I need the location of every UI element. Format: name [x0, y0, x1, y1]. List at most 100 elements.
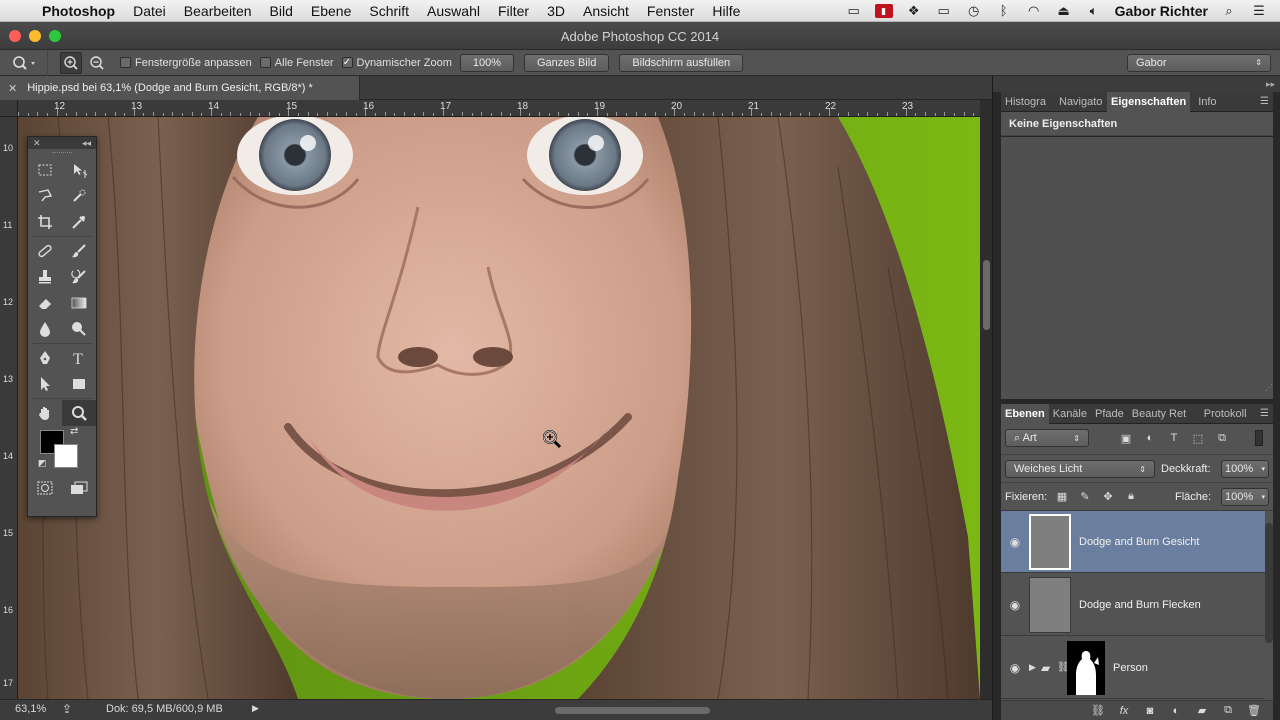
red-app-icon[interactable]: ▮ [874, 3, 893, 18]
visibility-eye-icon[interactable]: ◉ [1001, 661, 1029, 675]
pen-tool[interactable] [28, 345, 62, 371]
panel-collapse-strip[interactable]: ▸▸ [993, 76, 1280, 92]
lasso-tool[interactable] [28, 183, 62, 209]
lock-transparent-pixels-icon[interactable]: ▦ [1053, 487, 1071, 505]
user-name[interactable]: Gabor Richter [1115, 3, 1208, 19]
vertical-ruler[interactable]: 10 11 12 13 14 15 16 17 [0, 117, 18, 699]
menu-datei[interactable]: Datei [124, 3, 175, 19]
panel-menu-icon[interactable]: ☰ [1260, 96, 1273, 107]
spotlight-search-icon[interactable]: ⌕ [1220, 3, 1238, 18]
fit-window-checkbox[interactable]: Fenstergröße anpassen [120, 57, 252, 69]
time-machine-icon[interactable]: ◷ [965, 3, 983, 18]
layer-row[interactable]: ◉ Dodge and Burn Flecken [1001, 574, 1265, 636]
resize-grip-icon[interactable]: ⋰ [1265, 383, 1273, 395]
document-tab[interactable]: ✕ Hippie.psd bei 63,1% (Dodge and Burn G… [0, 76, 360, 100]
menu-hilfe[interactable]: Hilfe [703, 3, 749, 19]
scrollbar-thumb[interactable] [983, 260, 990, 330]
tab-navigator[interactable]: Navigato [1055, 92, 1107, 112]
tab-history[interactable]: Protokoll [1200, 404, 1251, 424]
filter-pixel-icon[interactable]: ▣ [1117, 429, 1135, 447]
opacity-field[interactable]: 100% ▾ [1221, 460, 1269, 478]
filter-type-icon[interactable]: T [1165, 429, 1183, 447]
type-tool[interactable]: T [62, 345, 96, 371]
tab-histogram[interactable]: Histogra [1001, 92, 1055, 112]
new-group-folder-icon[interactable]: ▰ [1193, 702, 1211, 720]
brush-tool[interactable] [62, 238, 96, 264]
crop-tool[interactable] [28, 209, 62, 235]
menu-ansicht[interactable]: Ansicht [574, 3, 638, 19]
link-layers-icon[interactable]: ⛓︎ [1089, 702, 1107, 720]
lock-image-pixels-icon[interactable]: ✎ [1076, 487, 1094, 505]
workspace-dropdown[interactable]: Gabor ⇕ [1127, 53, 1271, 72]
zoom-100-button[interactable]: 100% [459, 53, 514, 72]
wifi-icon[interactable]: ◠ [1025, 3, 1043, 18]
tab-info[interactable]: Info [1190, 92, 1220, 112]
collapse-panel-icon[interactable]: ◂◂ [82, 137, 91, 149]
mask-link-icon[interactable]: ⛓︎ [1057, 662, 1070, 673]
lock-all-icon[interactable]: 🔒︎ [1122, 487, 1140, 505]
visibility-eye-icon[interactable]: ◉ [1001, 598, 1029, 612]
filter-toggle-switch[interactable] [1255, 430, 1263, 446]
expand-arrows-icon[interactable]: ▸▸ [1266, 79, 1275, 90]
dodge-tool[interactable] [62, 316, 96, 342]
airplay-icon[interactable]: ▭ [935, 3, 953, 18]
new-adjustment-layer-icon[interactable]: ◐ [1167, 702, 1185, 720]
panel-grip[interactable] [28, 149, 96, 157]
layer-row[interactable]: ◉ Dodge and Burn Gesicht [1001, 511, 1265, 573]
tab-channels[interactable]: Kanäle [1049, 404, 1091, 424]
layer-row[interactable]: ◉ ▶ ▰ ⛓︎ Person [1001, 637, 1265, 699]
move-tool[interactable] [62, 157, 96, 183]
marquee-tool[interactable] [28, 157, 62, 183]
dropbox-icon[interactable]: ❖ [905, 3, 923, 18]
clone-stamp-tool[interactable] [28, 264, 62, 290]
menu-auswahl[interactable]: Auswahl [418, 3, 489, 19]
gradient-tool[interactable] [62, 290, 96, 316]
new-layer-icon[interactable]: ⧉ [1219, 702, 1237, 720]
fill-field[interactable]: 100% ▾ [1221, 488, 1269, 506]
history-brush-tool[interactable] [62, 264, 96, 290]
filter-shape-icon[interactable]: ⬚ [1189, 429, 1207, 447]
healing-brush-tool[interactable] [28, 238, 62, 264]
screen-recorder-icon[interactable]: ▭ [845, 3, 863, 18]
scrubby-zoom-checkbox[interactable]: ✓ Dynamischer Zoom [341, 57, 452, 69]
hand-tool[interactable] [28, 400, 62, 426]
horizontal-scrollbar-thumb[interactable] [555, 707, 710, 714]
close-panel-icon[interactable]: ✕ [33, 137, 41, 149]
lock-position-icon[interactable]: ✥ [1099, 487, 1117, 505]
layers-scrollbar[interactable] [1265, 523, 1273, 643]
all-windows-checkbox[interactable]: Alle Fenster [259, 57, 334, 69]
zoom-in-button[interactable] [60, 51, 82, 74]
swap-colors-icon[interactable]: ⇄ [70, 426, 78, 437]
screen-mode-button[interactable] [70, 480, 88, 499]
notification-center-icon[interactable]: ☰ [1250, 3, 1268, 18]
tool-preset-picker[interactable] [0, 49, 48, 76]
tab-layers[interactable]: Ebenen [1001, 403, 1049, 424]
shape-tool[interactable] [62, 371, 96, 397]
menu-bearbeiten[interactable]: Bearbeiten [175, 3, 261, 19]
menu-app-name[interactable]: Photoshop [40, 3, 124, 19]
menu-3d[interactable]: 3D [538, 3, 574, 19]
zoom-tool[interactable] [62, 400, 96, 426]
zoom-level-field[interactable]: 63,1% [15, 703, 46, 715]
tab-paths[interactable]: Pfade [1091, 404, 1128, 424]
share-icon[interactable]: ⇪ [62, 702, 72, 716]
tab-beauty-retouch[interactable]: Beauty Ret [1128, 404, 1200, 424]
eraser-tool[interactable] [28, 290, 62, 316]
trash-icon[interactable]: 🗑︎ [1245, 702, 1263, 720]
ruler-origin[interactable] [0, 100, 18, 117]
fill-screen-button[interactable]: Bildschirm ausfüllen [619, 53, 744, 72]
layers-panel-menu-icon[interactable]: ☰ [1260, 408, 1273, 419]
add-mask-icon[interactable]: ◙ [1141, 702, 1159, 720]
eyedropper-tool[interactable] [62, 209, 96, 235]
visibility-eye-icon[interactable]: ◉ [1001, 535, 1029, 549]
menu-fenster[interactable]: Fenster [638, 3, 703, 19]
filter-smart-object-icon[interactable]: ⧉ [1213, 429, 1231, 447]
menu-ebene[interactable]: Ebene [302, 3, 360, 19]
eject-icon[interactable]: ⏏ [1055, 3, 1073, 18]
vertical-scrollbar[interactable] [980, 100, 992, 699]
menu-schrift[interactable]: Schrift [360, 3, 418, 19]
fit-screen-button[interactable]: Ganzes Bild [524, 53, 610, 72]
document-canvas[interactable] [18, 117, 980, 699]
menu-filter[interactable]: Filter [489, 3, 538, 19]
volume-icon[interactable]: 🔈︎ [1085, 3, 1103, 18]
